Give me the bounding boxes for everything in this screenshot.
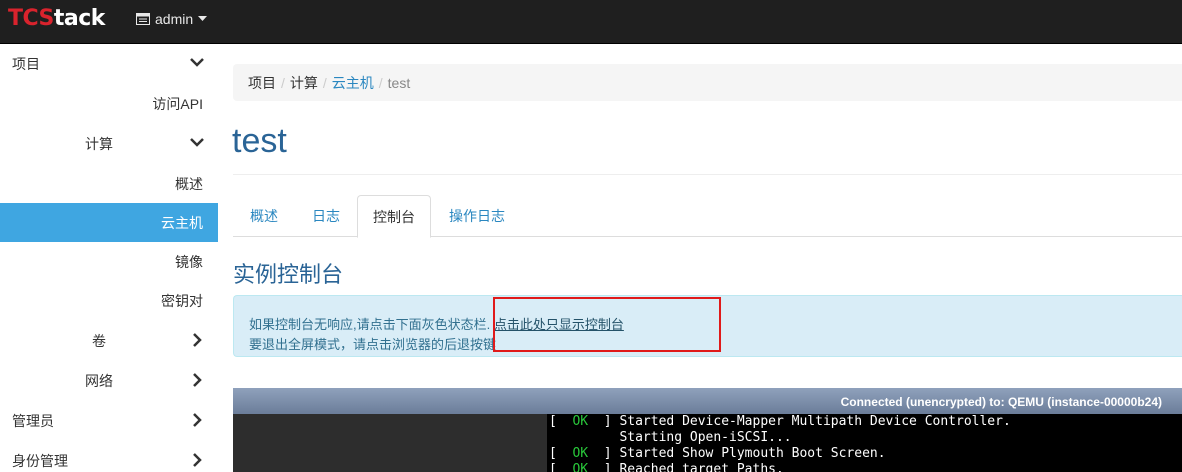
sidebar-item-api-access[interactable]: 访问API <box>0 84 218 123</box>
breadcrumb-separator: / <box>281 74 285 91</box>
terminal-bracket: [ <box>549 462 573 472</box>
tab-log[interactable]: 日志 <box>295 195 357 237</box>
sidebar-item-overview[interactable]: 概述 <box>0 164 218 203</box>
breadcrumb-item-instances[interactable]: 云主机 <box>332 73 374 93</box>
sidebar-item-admin[interactable]: 管理员 <box>0 401 218 440</box>
sidebar-item-label: 云主机 <box>161 214 203 231</box>
brand-logo-part2: tack <box>53 6 106 31</box>
terminal-bracket: [ <box>549 446 573 461</box>
top-navbar: TCStack admin <box>0 0 1182 44</box>
sidebar-item-network[interactable]: 网络 <box>0 361 218 400</box>
terminal-bracket: ] <box>588 414 620 429</box>
sidebar-item-images[interactable]: 镜像 <box>0 242 218 281</box>
terminal-status-ok: OK <box>572 446 589 461</box>
breadcrumb-item-compute[interactable]: 计算 <box>290 73 318 93</box>
info-text: 如果控制台无响应,请点击下面灰色状态栏. <box>249 317 491 332</box>
terminal-status-ok: OK <box>572 414 589 429</box>
console-connection-status: Connected (unencrypted) to: QEMU (instan… <box>840 395 1162 409</box>
section-title: 实例控制台 <box>233 262 344 287</box>
sidebar-item-label: 计算 <box>85 135 113 152</box>
console-status-bar[interactable]: Connected (unencrypted) to: QEMU (instan… <box>233 388 1182 414</box>
chevron-down-icon <box>190 58 204 67</box>
chevron-right-icon <box>193 453 202 467</box>
sidebar-item-identity[interactable]: 身份管理 <box>0 441 218 472</box>
chevron-right-icon <box>193 413 202 427</box>
breadcrumb-separator: / <box>378 74 383 91</box>
console-terminal[interactable]: [ OK ] Started Device-Mapper Multipath D… <box>547 414 1182 472</box>
sidebar-item-label: 访问API <box>152 95 203 112</box>
terminal-bracket: [ <box>549 414 573 429</box>
caret-down-icon <box>198 16 208 21</box>
info-line-2: 要退出全屏模式，请点击浏览器的后退按键 <box>249 337 497 352</box>
tab-overview[interactable]: 概述 <box>233 195 295 237</box>
chevron-right-icon <box>193 333 202 347</box>
terminal-text: Started Show Plymouth Boot Screen. <box>619 446 886 461</box>
title-divider <box>233 174 1182 175</box>
console-info-alert: 如果控制台无响应,请点击下面灰色状态栏. 点击此处只显示控制台 要退出全屏模式，… <box>233 295 1182 357</box>
tab-console[interactable]: 控制台 <box>357 195 431 238</box>
breadcrumb-item-current: test <box>387 74 411 91</box>
tab-bar: 概述 日志 控制台 操作日志 <box>233 195 1182 238</box>
sidebar-item-label: 网络 <box>85 372 113 389</box>
terminal-line: [ OK ] Started Show Plymouth Boot Screen… <box>549 446 886 462</box>
info-line-1: 如果控制台无响应,请点击下面灰色状态栏. 点击此处只显示控制台 <box>249 314 624 333</box>
project-icon <box>136 13 150 25</box>
project-dropdown-label: admin <box>155 11 194 27</box>
brand-logo-part1: TCS <box>8 6 54 31</box>
terminal-line: Starting Open-iSCSI... <box>549 430 792 446</box>
sidebar-item-keypairs[interactable]: 密钥对 <box>0 281 218 320</box>
chevron-right-icon <box>193 373 202 387</box>
project-dropdown[interactable]: admin <box>136 10 208 28</box>
terminal-bracket: ] <box>588 446 620 461</box>
sidebar-item-label: 项目 <box>12 55 40 72</box>
terminal-line: [ OK ] Reached target Paths. <box>549 462 784 472</box>
sidebar-item-label: 卷 <box>92 332 106 349</box>
sidebar-item-instances[interactable]: 云主机 <box>0 203 218 242</box>
sidebar-item-label: 概述 <box>175 175 203 192</box>
breadcrumb-item-project[interactable]: 项目 <box>248 73 276 93</box>
sidebar-item-label: 管理员 <box>12 412 54 429</box>
chevron-down-icon <box>190 138 204 147</box>
terminal-line: [ OK ] Started Device-Mapper Multipath D… <box>549 414 1011 430</box>
console-only-link[interactable]: 点击此处只显示控制台 <box>494 317 624 332</box>
tab-action-log[interactable]: 操作日志 <box>437 195 517 237</box>
breadcrumb-separator: / <box>322 74 327 91</box>
sidebar-item-label: 密钥对 <box>161 292 203 309</box>
terminal-text: Started Device-Mapper Multipath Device C… <box>619 414 1011 429</box>
breadcrumb: 项目 / 计算 / 云主机 / test <box>233 64 1182 101</box>
sidebar-item-compute[interactable]: 计算 <box>0 124 218 163</box>
sidebar-item-project[interactable]: 项目 <box>0 44 218 83</box>
sidebar: 项目 访问API 计算 概述 云主机 镜像 密钥对 卷 网络 管理员 身份管理 <box>0 44 218 472</box>
terminal-bracket: ] <box>588 462 620 472</box>
sidebar-item-label: 身份管理 <box>12 452 68 469</box>
brand-logo[interactable]: TCStack <box>8 6 105 31</box>
sidebar-item-label: 镜像 <box>175 253 203 270</box>
page-title: test <box>232 122 287 160</box>
terminal-text: Reached target Paths. <box>619 462 784 472</box>
terminal-status-ok: OK <box>572 462 589 472</box>
sidebar-item-volumes[interactable]: 卷 <box>0 321 218 360</box>
terminal-text: Starting Open-iSCSI... <box>549 430 792 445</box>
